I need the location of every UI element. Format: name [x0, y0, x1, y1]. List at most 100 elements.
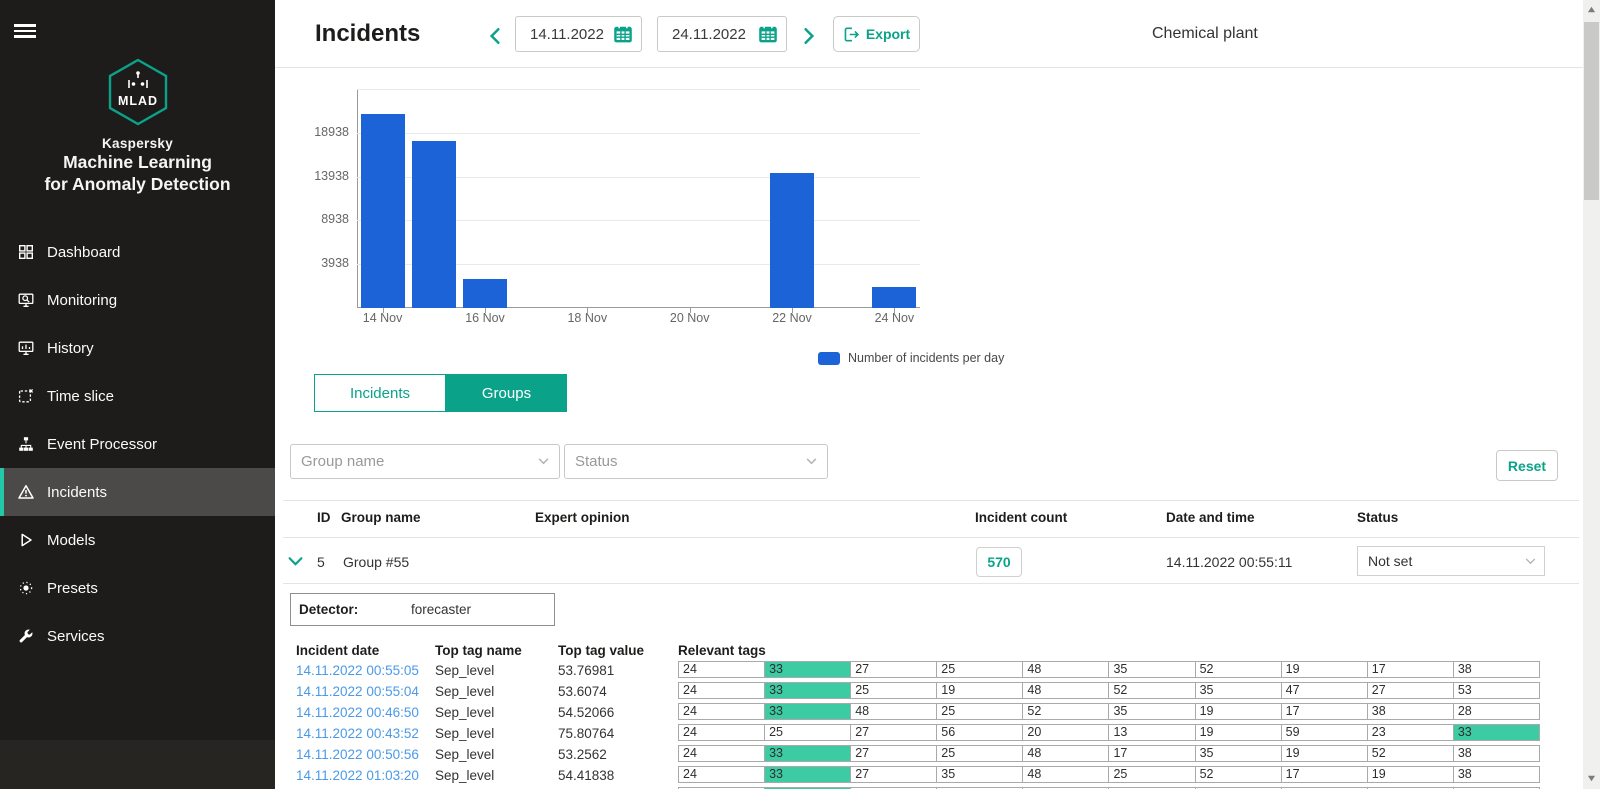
incident-date-link[interactable]: 14.11.2022 00:46:50 — [296, 702, 419, 723]
scroll-up-arrow-icon[interactable] — [1587, 5, 1596, 14]
incident-top-tag-name: Sep_level — [435, 660, 494, 681]
tag-cell: 25 — [936, 746, 1022, 761]
group-name-placeholder: Group name — [301, 453, 538, 470]
tag-cell: 33 — [1453, 725, 1539, 740]
sidebar: MLAD Kaspersky Machine Learning for Anom… — [0, 0, 275, 789]
sidebar-item-label: Services — [47, 628, 105, 645]
table-top-border — [283, 500, 1579, 501]
date-to-input[interactable]: 24.11.2022 — [657, 16, 787, 52]
sidebar-item-time-slice[interactable]: Time slice — [0, 372, 275, 420]
detector-value: forecaster — [411, 602, 471, 617]
scroll-down-arrow-icon[interactable] — [1587, 774, 1596, 783]
calendar-icon[interactable] — [613, 24, 633, 44]
sidebar-item-services[interactable]: Services — [0, 612, 275, 660]
sidebar-item-models[interactable]: Models — [0, 516, 275, 564]
header-divider — [275, 67, 1583, 68]
sidebar-item-label: Monitoring — [47, 292, 117, 309]
row-expander-chevron-icon[interactable] — [288, 556, 303, 567]
play-outline-icon — [18, 532, 34, 548]
relevant-tags-row: 24332725483552191738 — [678, 661, 1540, 678]
tag-cell: 13 — [1108, 725, 1194, 740]
vertical-scrollbar[interactable] — [1583, 0, 1600, 789]
subcol-top-tag-value: Top tag value — [558, 643, 644, 658]
chart-gridline — [357, 89, 920, 90]
tag-cell: 27 — [1367, 683, 1453, 698]
y-axis-tick-label: 8938 — [283, 212, 349, 226]
incident-top-tag-value: 53.2562 — [558, 744, 607, 765]
product-logo: MLAD Kaspersky Machine Learning for Anom… — [0, 58, 275, 195]
bar-24-nov — [872, 287, 916, 308]
sidebar-item-label: Dashboard — [47, 244, 120, 261]
col-header-status: Status — [1357, 510, 1398, 525]
date-next-chevron-icon[interactable] — [803, 27, 815, 45]
group-status-select[interactable]: Not set — [1357, 546, 1545, 576]
tag-cell: 25 — [764, 725, 850, 740]
hamburger-menu-icon[interactable] — [14, 24, 36, 38]
sidebar-item-presets[interactable]: Presets — [0, 564, 275, 612]
date-from-input[interactable]: 14.11.2022 — [515, 16, 642, 52]
sidebar-item-history[interactable]: History — [0, 324, 275, 372]
tag-cell: 48 — [1022, 662, 1108, 677]
tag-cell: 35 — [1195, 683, 1281, 698]
tag-cell: 19 — [936, 683, 1022, 698]
chevron-down-icon — [538, 458, 549, 465]
tag-cell: 19 — [1195, 704, 1281, 719]
tag-cell: 24 — [679, 767, 764, 782]
tag-cell: 27 — [850, 767, 936, 782]
group-row-id: 5 — [317, 554, 325, 570]
reset-button[interactable]: Reset — [1496, 450, 1558, 481]
main-content: Incidents 14.11.2022 24.11.2022 — [275, 0, 1583, 789]
sidebar-item-label: History — [47, 340, 94, 357]
tag-cell: 19 — [1367, 767, 1453, 782]
tag-cell: 53 — [1453, 683, 1539, 698]
dotted-gear-icon — [18, 580, 34, 596]
group-name-select[interactable]: Group name — [290, 444, 560, 479]
x-axis-tick-label: 22 Nov — [760, 311, 824, 325]
tag-cell: 33 — [764, 662, 850, 677]
status-filter-select[interactable]: Status — [564, 444, 828, 479]
tag-cell: 27 — [850, 725, 936, 740]
incident-date-link[interactable]: 14.11.2022 00:50:56 — [296, 744, 419, 765]
product-name-line1: Machine Learning — [0, 151, 275, 173]
incident-count-link[interactable]: 570 — [976, 547, 1022, 577]
incident-date-link[interactable]: 14.11.2022 00:43:52 — [296, 723, 419, 744]
incident-top-tag-value: 53.76981 — [558, 660, 614, 681]
tag-cell: 52 — [1195, 767, 1281, 782]
sidebar-item-incidents[interactable]: Incidents — [0, 468, 275, 516]
tag-cell: 23 — [1367, 725, 1453, 740]
tab-incidents[interactable]: Incidents — [314, 374, 446, 412]
calendar-icon[interactable] — [758, 24, 778, 44]
incident-top-tag-value: 54.41838 — [558, 765, 614, 786]
chart-legend-item[interactable]: Number of incidents per day — [818, 351, 1004, 365]
incident-date-link[interactable]: 14.11.2022 00:55:05 — [296, 660, 419, 681]
relevant-tags-row: 24332735482552171938 — [678, 766, 1540, 783]
user-bar[interactable] — [0, 740, 275, 789]
tag-cell: 19 — [1195, 725, 1281, 740]
chevron-down-icon — [806, 458, 817, 465]
x-axis-tick-label: 24 Nov — [862, 311, 926, 325]
sidebar-item-monitoring[interactable]: Monitoring — [0, 276, 275, 324]
detector-box: Detector: forecaster — [290, 593, 555, 626]
incident-date-link[interactable]: 14.11.2022 01:03:20 — [296, 765, 419, 786]
tag-cell: 17 — [1108, 746, 1194, 761]
incident-top-tag-value: 53.6074 — [558, 681, 607, 702]
col-header-expert-opinion: Expert opinion — [535, 510, 630, 525]
sidebar-item-label: Event Processor — [47, 436, 157, 453]
tab-groups[interactable]: Groups — [446, 374, 567, 412]
tag-cell: 20 — [1022, 725, 1108, 740]
incident-date-link[interactable]: 14.11.2022 00:55:04 — [296, 681, 419, 702]
tag-cell: 27 — [850, 746, 936, 761]
date-prev-chevron-icon[interactable] — [489, 27, 501, 45]
tag-cell: 48 — [1022, 767, 1108, 782]
tag-cell: 47 — [1281, 683, 1367, 698]
sidebar-item-dashboard[interactable]: Dashboard — [0, 228, 275, 276]
tag-cell: 24 — [679, 746, 764, 761]
export-button[interactable]: Export — [833, 16, 920, 52]
status-placeholder: Status — [575, 453, 806, 470]
tag-cell: 33 — [764, 767, 850, 782]
mlad-hexagon-logo-icon: MLAD — [107, 58, 169, 126]
scrollbar-thumb[interactable] — [1584, 22, 1599, 200]
tag-cell: 52 — [1022, 704, 1108, 719]
tag-cell: 24 — [679, 662, 764, 677]
sidebar-item-event-processor[interactable]: Event Processor — [0, 420, 275, 468]
